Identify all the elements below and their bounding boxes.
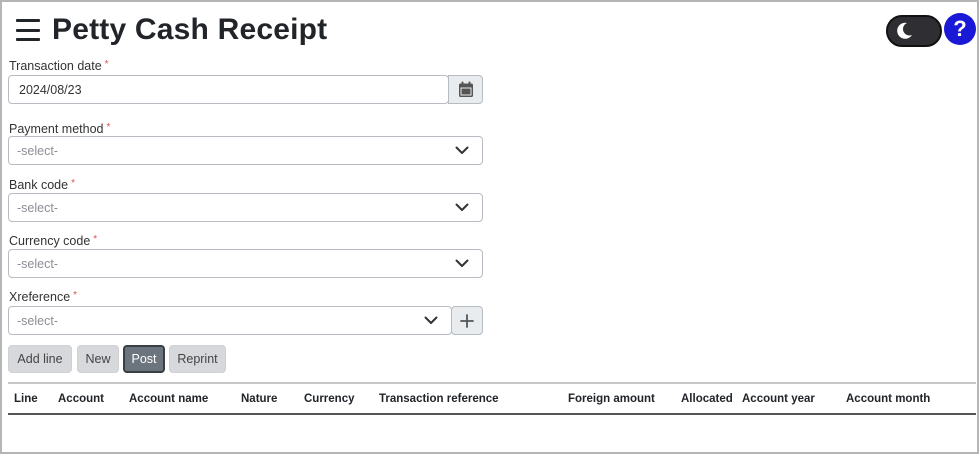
- currency-code-value: -select-: [17, 256, 58, 271]
- chevron-down-icon: [424, 316, 438, 324]
- column-header-account: Account: [58, 393, 104, 405]
- plus-icon: [460, 313, 474, 328]
- page-header: Petty Cash Receipt: [16, 10, 327, 50]
- reprint-button[interactable]: Reprint: [169, 345, 226, 373]
- currency-code-label: Currency code *: [9, 234, 98, 248]
- bank-code-select[interactable]: -select-: [8, 193, 483, 222]
- payment-method-select[interactable]: -select-: [8, 136, 483, 165]
- chevron-down-icon: [455, 146, 469, 154]
- theme-toggle[interactable]: [886, 15, 942, 47]
- currency-code-select[interactable]: -select-: [8, 249, 483, 278]
- moon-icon: [897, 22, 912, 39]
- app-window: Petty Cash Receipt ? Transaction date * 2…: [0, 0, 979, 454]
- question-icon: ?: [953, 16, 967, 41]
- column-header-account-name: Account name: [129, 393, 209, 405]
- table-header-border: [8, 413, 976, 415]
- column-header-foreign-amount: Foreign amount: [568, 393, 655, 405]
- transaction-date-value: 2024/08/23: [19, 82, 82, 97]
- transaction-date-label: Transaction date *: [9, 59, 109, 73]
- add-line-button[interactable]: Add line: [8, 345, 72, 373]
- xreference-select[interactable]: -select-: [8, 306, 452, 335]
- new-button[interactable]: New: [77, 345, 119, 373]
- column-header-currency: Currency: [304, 393, 355, 405]
- hamburger-icon[interactable]: [16, 19, 40, 41]
- table-header-row: Line Account Account name Nature Currenc…: [8, 384, 976, 413]
- bank-code-value: -select-: [17, 200, 58, 215]
- xreference-value: -select-: [17, 313, 58, 328]
- column-header-nature: Nature: [241, 393, 278, 405]
- lines-table: Line Account Account name Nature Currenc…: [8, 382, 976, 415]
- column-header-allocated: Allocated: [681, 393, 733, 405]
- add-xreference-button[interactable]: [451, 306, 483, 335]
- help-button[interactable]: ?: [944, 13, 976, 45]
- calendar-icon: [458, 81, 473, 97]
- column-header-account-month: Account month: [846, 393, 931, 405]
- column-header-account-year: Account year: [742, 393, 815, 405]
- chevron-down-icon: [455, 203, 469, 211]
- xreference-label: Xreference *: [9, 290, 78, 304]
- post-button[interactable]: Post: [123, 345, 165, 373]
- payment-method-label: Payment method *: [9, 122, 111, 136]
- column-header-line: Line: [14, 393, 38, 405]
- bank-code-label: Bank code *: [9, 178, 75, 192]
- payment-method-value: -select-: [17, 143, 58, 158]
- chevron-down-icon: [455, 259, 469, 267]
- column-header-transaction-reference: Transaction reference: [379, 393, 499, 405]
- calendar-button[interactable]: [448, 75, 483, 104]
- page-title: Petty Cash Receipt: [52, 13, 328, 46]
- transaction-date-input[interactable]: 2024/08/23: [8, 75, 449, 104]
